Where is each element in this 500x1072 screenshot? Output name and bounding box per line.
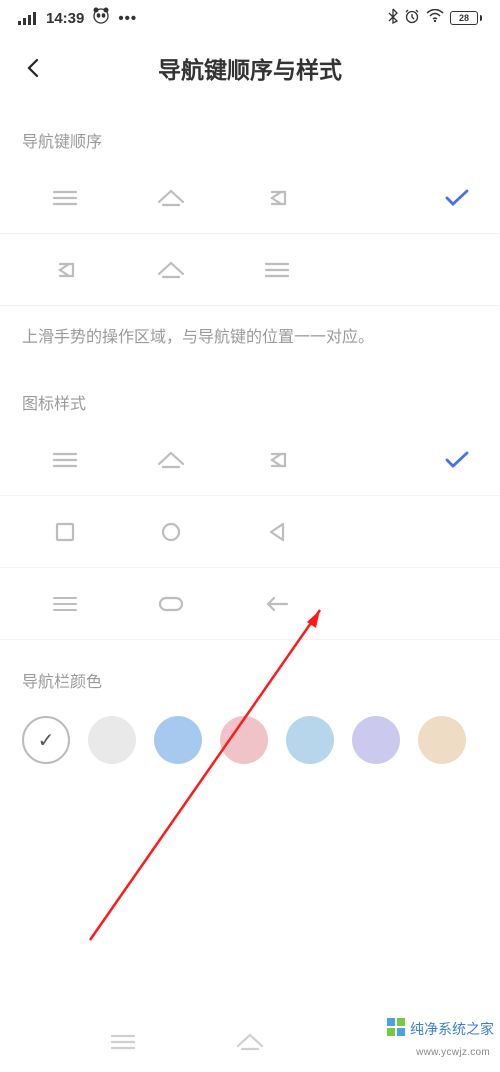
home-icon [156, 183, 186, 213]
section-label-order: 导航键顺序 [0, 100, 500, 162]
battery-icon: 28 [450, 11, 482, 25]
color-swatch-5[interactable] [352, 716, 400, 764]
check-icon [436, 188, 478, 208]
status-bar: 4GHD 14:39 ••• 28 [0, 0, 500, 36]
watermark-url: www.ycwjz.com [416, 1047, 490, 1058]
section-label-color: 导航栏颜色 [0, 640, 500, 702]
style-option-1[interactable] [0, 424, 500, 496]
home-icon [156, 255, 186, 285]
status-time: 14:39 [46, 10, 84, 27]
page-title: 导航键顺序与样式 [54, 51, 446, 85]
more-icon: ••• [118, 10, 137, 27]
color-swatch-6[interactable] [418, 716, 466, 764]
order-hint: 上滑手势的操作区域，与导航键的位置一一对应。 [0, 306, 500, 362]
wifi-icon [426, 9, 444, 27]
order-option-2[interactable] [0, 234, 500, 306]
watermark-logo-icon [386, 1017, 406, 1040]
section-label-style: 图标样式 [0, 362, 500, 424]
svg-text:4GHD: 4GHD [18, 11, 32, 12]
back-nav-icon [50, 255, 80, 285]
alarm-icon [404, 8, 420, 28]
order-option-1[interactable] [0, 162, 500, 234]
circle-icon [156, 517, 186, 547]
square-icon [50, 517, 80, 547]
menu-thin-icon [50, 589, 80, 619]
triangle-back-icon [262, 517, 292, 547]
menu-icon [50, 445, 80, 475]
menu-icon [262, 255, 292, 285]
bluetooth-icon [388, 8, 398, 28]
watermark: 纯净系统之家 [386, 1017, 494, 1040]
color-swatch-3[interactable] [220, 716, 268, 764]
chevron-left-icon [23, 57, 45, 79]
home-icon [156, 445, 186, 475]
back-nav-icon [262, 183, 292, 213]
style-option-3[interactable] [0, 568, 500, 640]
page-header: 导航键顺序与样式 [0, 36, 500, 100]
color-swatch-1[interactable] [88, 716, 136, 764]
color-swatches [0, 702, 500, 764]
color-swatch-0[interactable] [22, 716, 70, 764]
color-swatch-4[interactable] [286, 716, 334, 764]
back-nav-icon [262, 445, 292, 475]
panda-icon [92, 7, 110, 29]
menu-icon [50, 183, 80, 213]
back-button[interactable] [14, 48, 54, 88]
style-option-2[interactable] [0, 496, 500, 568]
arrow-left-icon [262, 589, 292, 619]
color-swatch-2[interactable] [154, 716, 202, 764]
signal-icon: 4GHD [18, 11, 38, 25]
home-icon [235, 1027, 265, 1057]
pill-icon [156, 589, 186, 619]
menu-icon [108, 1027, 138, 1057]
check-icon [436, 450, 478, 470]
